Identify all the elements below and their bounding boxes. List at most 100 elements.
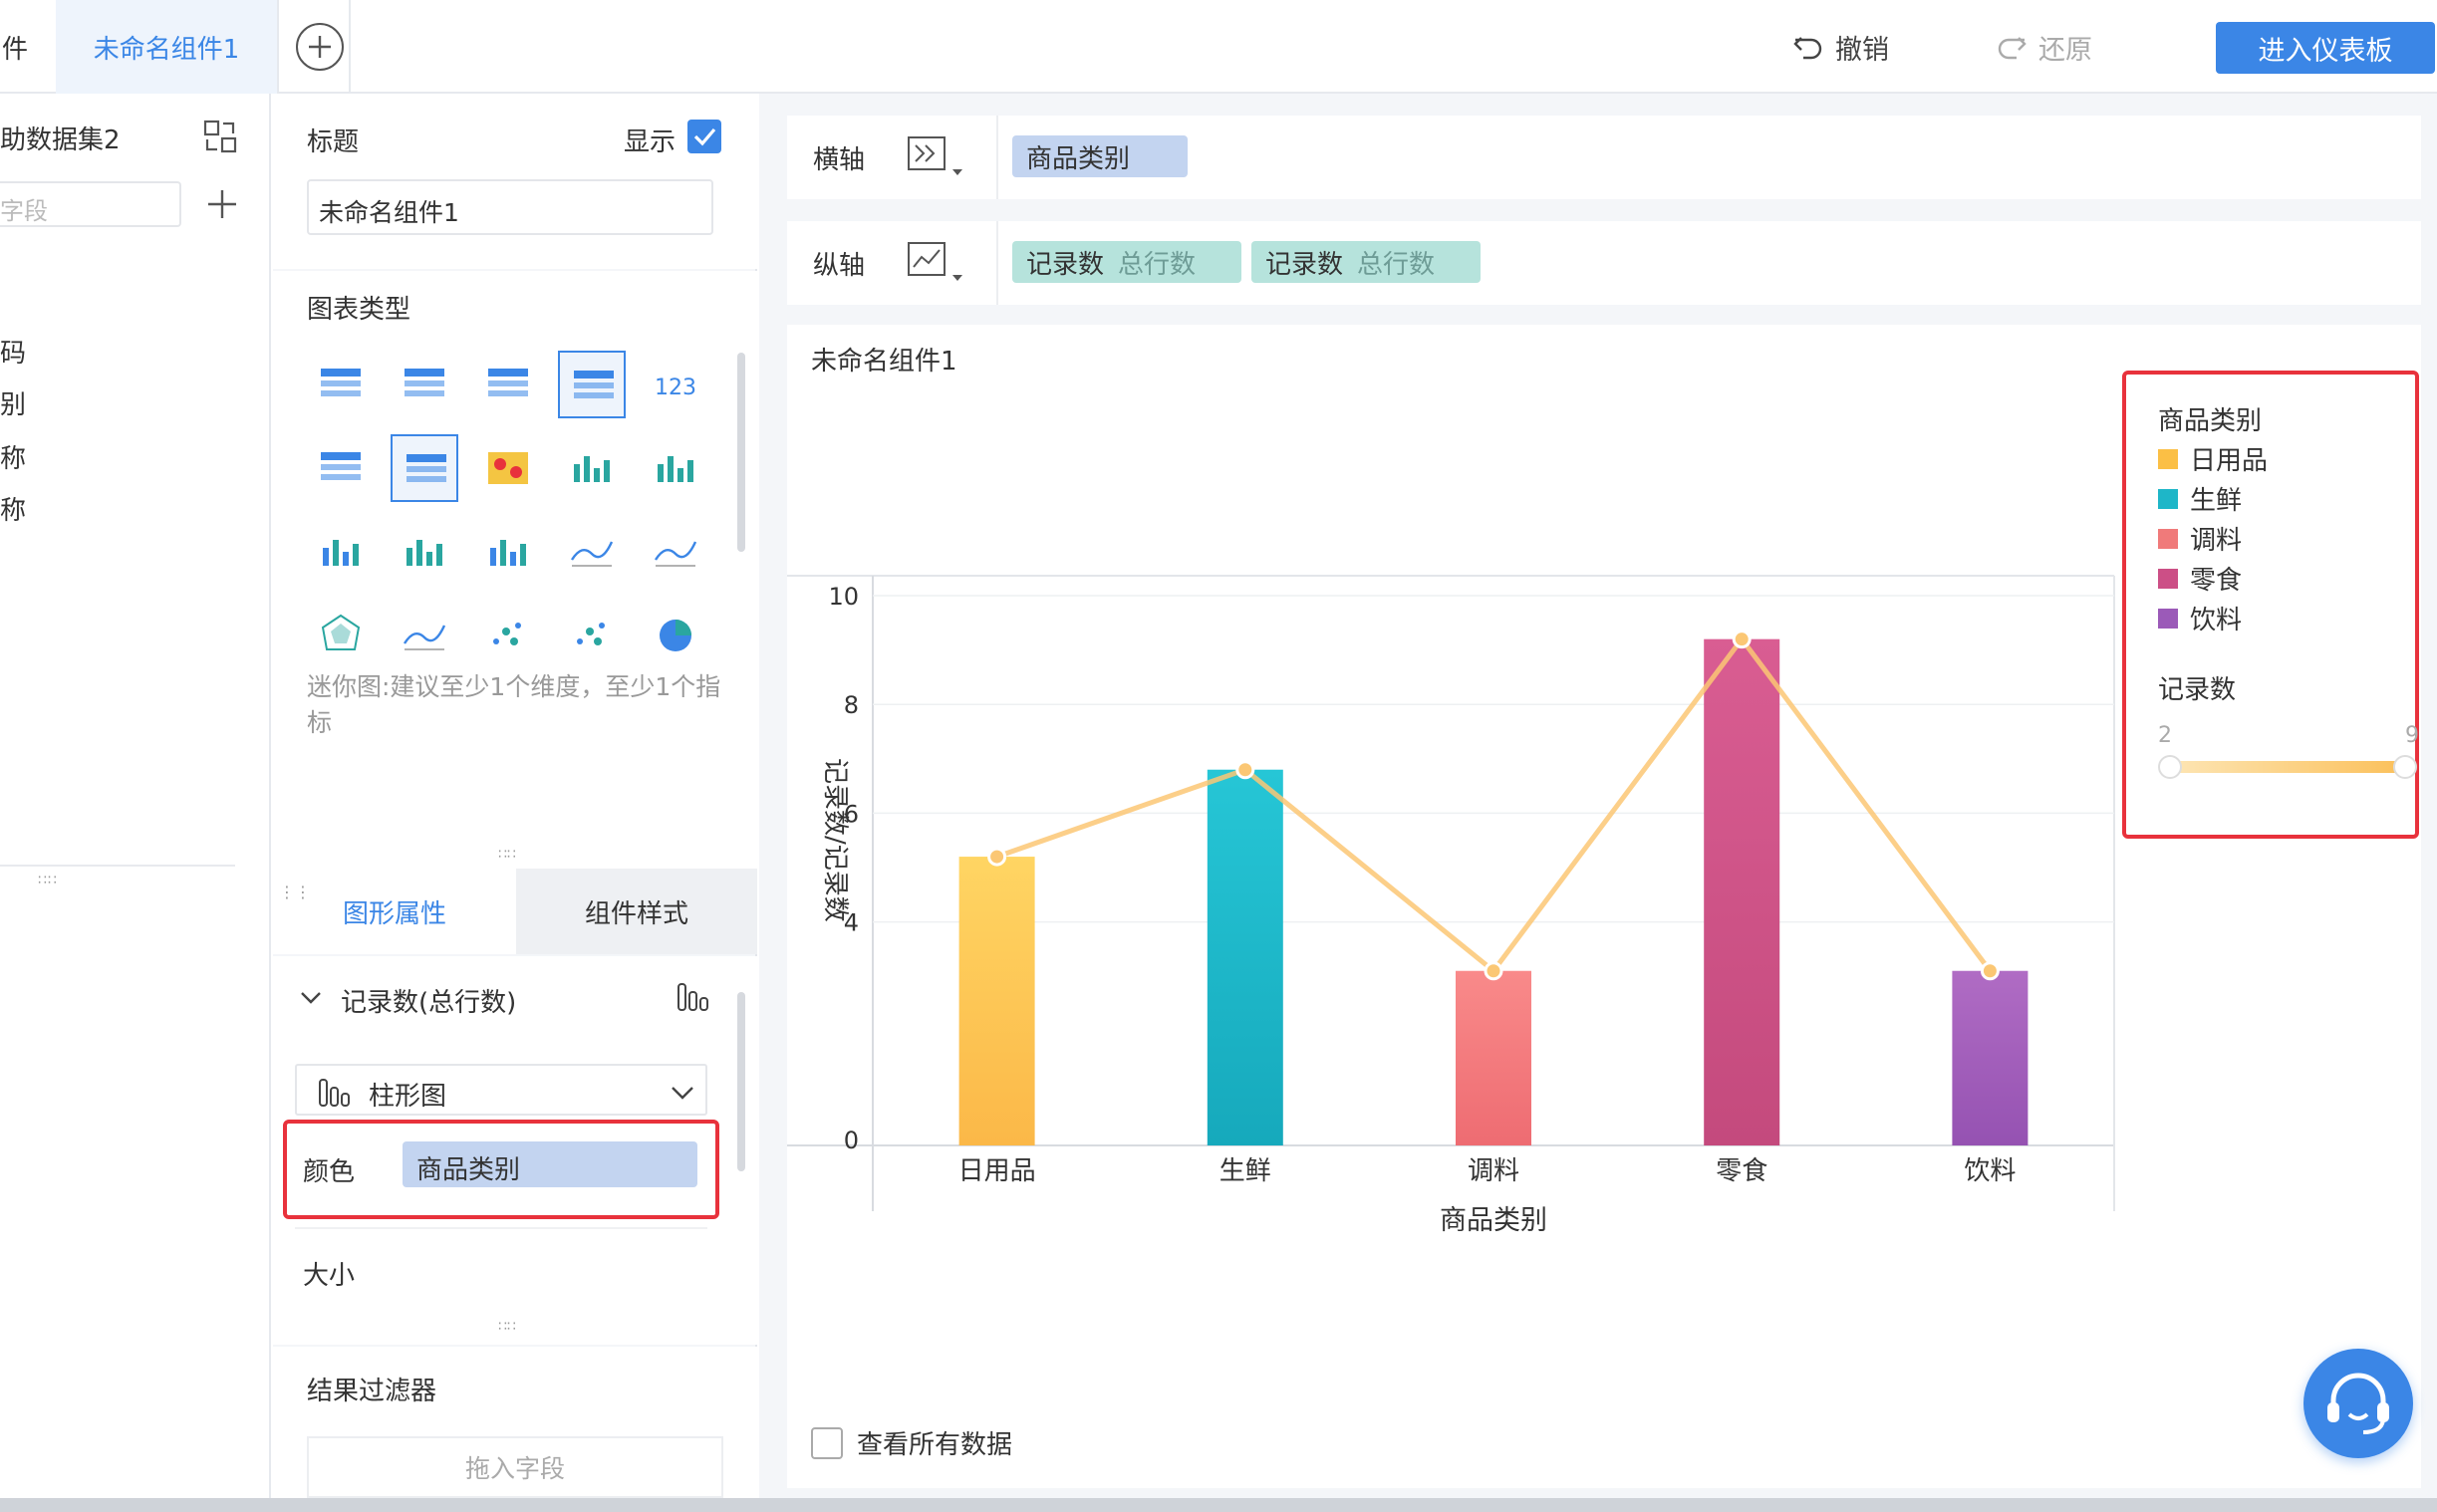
add-field-button[interactable]	[205, 187, 239, 221]
tab-component-style[interactable]: 组件样式	[516, 869, 757, 954]
tab-graphic-properties[interactable]: 图形属性	[273, 869, 516, 954]
chart-type-icon	[660, 620, 691, 651]
tab-label: 未命名组件1	[93, 34, 240, 65]
undo-button[interactable]: 撤销	[1793, 0, 1889, 94]
config-panel: 标题 显示 未命名组件1 图表类型 123 迷你图:建议至少1个维度，至少1个指…	[273, 94, 757, 1498]
customer-support-button[interactable]	[2303, 1349, 2413, 1458]
resize-handle[interactable]: ∷∷	[38, 873, 58, 888]
x-axis-bar: 横轴 商品类别	[787, 116, 2421, 199]
chart-type-heatmap[interactable]	[474, 434, 542, 502]
view-all-data-toggle[interactable]: 查看所有数据	[811, 1424, 1012, 1461]
title-input[interactable]: 未命名组件1	[307, 179, 713, 235]
enter-dashboard-button[interactable]: 进入仪表板	[2216, 22, 2435, 74]
tab-previous[interactable]: 件	[0, 0, 56, 94]
line-point	[1980, 961, 2000, 981]
y-tick-label: 10	[828, 583, 859, 611]
y-field-sub-label: 总行数	[1357, 249, 1436, 280]
tab-divider	[349, 0, 351, 94]
chart-type-pie[interactable]	[642, 602, 709, 669]
undo-icon	[1793, 37, 1822, 60]
redo-button[interactable]: 还原	[1997, 0, 2092, 94]
measure-chart-type-button[interactable]	[676, 978, 709, 1012]
chart-type-colored-table[interactable]	[558, 351, 626, 418]
bar	[1704, 638, 1780, 1145]
legend-item[interactable]: 调料	[2158, 520, 2242, 557]
x-tick-label: 日用品	[958, 1156, 1036, 1186]
chart-type-icon	[406, 454, 446, 482]
chart-type-smooth-line[interactable]	[558, 518, 626, 586]
x-field-pill[interactable]: 商品类别	[1012, 135, 1188, 177]
x-field-label: 商品类别	[1026, 143, 1131, 174]
chart-type-column[interactable]	[307, 518, 375, 586]
drag-handle-icon[interactable]: ⋮⋮	[279, 882, 311, 901]
y-axis-title: 记录数/记录数	[820, 758, 850, 922]
chart-type-radar[interactable]	[307, 602, 375, 669]
tab-label: 件	[2, 34, 29, 65]
legend-range-handle-max[interactable]	[2393, 755, 2417, 779]
legend-item[interactable]: 生鲜	[2158, 480, 2242, 517]
chart-type-grouped-column[interactable]	[642, 434, 709, 502]
chart-type-area[interactable]	[391, 602, 458, 669]
legend-item[interactable]: 饮料	[2158, 600, 2242, 636]
color-field-pill[interactable]: 商品类别	[403, 1141, 697, 1187]
add-tab-button[interactable]	[295, 22, 345, 72]
show-title-checkbox[interactable]	[687, 120, 721, 153]
chart-type-text-table[interactable]	[307, 434, 375, 502]
legend-range-slider[interactable]	[2166, 761, 2405, 773]
chart-type-icon	[406, 540, 442, 566]
chart-type-detail-table[interactable]	[474, 351, 542, 418]
y-axis-sort-button[interactable]	[907, 239, 966, 285]
chart-type-grouped-bar-h[interactable]	[558, 434, 626, 502]
chart-svg: 046810记录数/记录数日用品 生鲜 调料 零食 饮料商品类别	[787, 575, 2115, 1236]
chart-type-icon: 123	[655, 376, 696, 400]
chart-type-kpi-number[interactable]: 123	[642, 351, 709, 418]
chart-type-bubble[interactable]	[558, 602, 626, 669]
chart-type-waterfall[interactable]	[474, 518, 542, 586]
enter-dashboard-label: 进入仪表板	[2258, 35, 2393, 67]
size-row[interactable]: 大小	[295, 1227, 707, 1307]
legend-label: 日用品	[2190, 446, 2269, 476]
measure-label: 记录数(总行数)	[341, 988, 517, 1018]
chart-type-line[interactable]	[642, 518, 709, 586]
field-search-input[interactable]: 字段	[0, 181, 181, 227]
x-tick-label: 饮料	[1964, 1156, 2016, 1186]
collapse-measure-button[interactable]	[299, 986, 323, 1010]
tab-label: 组件样式	[584, 898, 688, 929]
field-item[interactable]: 称	[0, 438, 26, 475]
show-title-label: 显示	[624, 127, 677, 157]
properties-scrollbar[interactable]	[737, 992, 745, 1171]
chart-type-icon	[488, 369, 528, 396]
field-item[interactable]: 称	[0, 490, 26, 527]
x-axis-sort-button[interactable]	[907, 133, 966, 179]
chart-type-grid: 123	[307, 351, 725, 669]
chart-type-dot-table[interactable]	[391, 434, 458, 502]
bar	[1952, 970, 2029, 1145]
legend-item[interactable]: 日用品	[2158, 440, 2268, 477]
chart-type-bar-h[interactable]	[391, 518, 458, 586]
chart-type-cross-table[interactable]	[391, 351, 458, 418]
result-filter-dropzone[interactable]: 拖入字段	[307, 1436, 723, 1498]
legend-item[interactable]: 零食	[2158, 560, 2242, 597]
switch-dataset-button[interactable]	[203, 120, 237, 153]
y-field-pill[interactable]: 记录数 总行数	[1012, 241, 1241, 283]
tab-active-component[interactable]: 未命名组件1	[56, 0, 277, 94]
chart-type-scrollbar[interactable]	[737, 353, 745, 552]
redo-icon	[1998, 37, 2027, 60]
y-tick-label: 8	[844, 691, 859, 719]
chart-type-icon	[570, 541, 614, 567]
chart-type-scatter[interactable]	[474, 602, 542, 669]
chart-type-icon	[321, 369, 361, 396]
field-item[interactable]: 码	[0, 333, 26, 370]
legend-label: 饮料	[2190, 606, 2243, 635]
view-all-data-checkbox[interactable]	[811, 1426, 843, 1459]
chart-type-icon	[654, 541, 697, 567]
chart-kind-select[interactable]: 柱形图	[295, 1064, 707, 1116]
legend-range-handle-min[interactable]	[2158, 755, 2182, 779]
resize-handle[interactable]: ∷∷	[498, 847, 516, 863]
chart-editor-area: 横轴 商品类别 纵轴 记录数 总行数 记录数 总行数 未命名组件1 0 4 6 …	[759, 94, 2437, 1498]
resize-handle[interactable]: ∷∷	[498, 1319, 516, 1335]
field-item[interactable]: 别	[0, 384, 26, 421]
chart-type-table[interactable]	[307, 351, 375, 418]
legend-title: 商品类别	[2158, 406, 2263, 436]
y-field-pill[interactable]: 记录数 总行数	[1251, 241, 1481, 283]
